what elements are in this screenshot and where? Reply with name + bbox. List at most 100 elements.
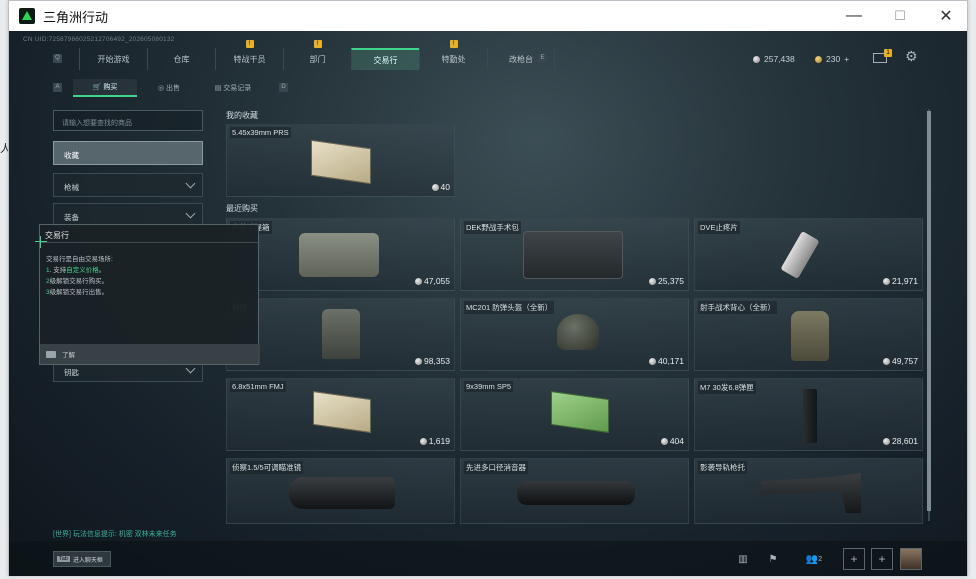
coin-icon: ◎: [157, 85, 167, 92]
pill-bottle-icon: [780, 230, 820, 280]
record-icon: ▤: [214, 85, 224, 92]
key-icon: [46, 350, 56, 358]
tab-special-service[interactable]: ! 特勤处: [419, 40, 487, 70]
search-input[interactable]: 请输入想要查找的商品: [53, 110, 203, 131]
chevron-down-icon: [185, 208, 196, 219]
item-card[interactable]: 户外手提箱 47,055: [226, 218, 455, 291]
chest-rig-icon: [322, 309, 360, 359]
tab-operators[interactable]: ! 特战干员: [215, 40, 283, 70]
title-bar: 三角洲行动 — ☐ ✕: [9, 1, 967, 31]
item-card[interactable]: 9x39mm SP5 404: [460, 378, 689, 451]
item-card[interactable]: M7 30发6.8弹匣 28,601: [694, 378, 923, 451]
notice-badge: !: [449, 40, 458, 48]
silver-coin-icon: [753, 55, 760, 63]
coin-icon: [431, 183, 439, 191]
nav-left-key[interactable]: Q: [53, 54, 62, 63]
silver-currency: 257,438: [753, 54, 795, 64]
item-card[interactable]: DEK野战手术包 25,375: [460, 218, 689, 291]
window-title: 三角洲行动: [43, 9, 109, 25]
app-logo-icon: [19, 8, 35, 24]
category-favorites[interactable]: 收藏: [53, 141, 203, 165]
mail-icon[interactable]: 1: [873, 49, 892, 63]
trading-tooltip: 交易行 交易行是自由交易场所: 1. 支持自定义价格。 2级解锁交易行购买。 3…: [39, 224, 260, 365]
add-teammate-button[interactable]: +: [871, 548, 893, 570]
coin-icon: [660, 437, 668, 445]
top-nav: 开始游戏 仓库 ! 特战干员 ! 部门 交易行 ! 特勤处 改枪台: [79, 40, 555, 70]
item-price: 404: [660, 436, 684, 446]
ammo-box-icon: [313, 390, 371, 434]
notice-badge: !: [245, 40, 254, 48]
avatar[interactable]: [900, 548, 922, 570]
tooltip-footer[interactable]: 了解: [40, 344, 260, 364]
tab-start-game[interactable]: 开始游戏: [79, 48, 147, 70]
tab-department[interactable]: ! 部门: [283, 40, 351, 70]
gold-currency: 230 +: [815, 54, 849, 64]
tooltip-line-3: 3级解锁交易行出售。: [46, 289, 109, 296]
uid-label: CN UID:72587966025212706492_202605080132: [23, 36, 175, 43]
subtab-records[interactable]: ▤ 交易记录: [201, 79, 265, 97]
suppressor-icon: [517, 481, 635, 505]
nav-right-key[interactable]: E: [538, 54, 547, 63]
coin-icon: [419, 437, 427, 445]
item-card[interactable]: 射手战术背心（全新） 49,757: [694, 298, 923, 371]
scroll-thumb[interactable]: [927, 111, 931, 511]
flag-icon[interactable]: ⚑: [761, 547, 785, 571]
add-teammate-button[interactable]: +: [843, 548, 865, 570]
category-guns[interactable]: 枪械: [53, 173, 203, 197]
add-currency-button[interactable]: +: [844, 54, 849, 64]
vest-icon: [791, 311, 829, 361]
subtab-buy[interactable]: 🛒 购买: [73, 79, 137, 97]
item-card[interactable]: 胸挂 98,353: [226, 298, 455, 371]
scope-icon: [289, 477, 395, 509]
item-price: 21,971: [883, 276, 918, 286]
subtab-left-key[interactable]: A: [53, 83, 62, 92]
medkit-icon: [523, 231, 623, 279]
item-price: 40,171: [649, 356, 684, 366]
tab-warehouse[interactable]: 仓库: [147, 48, 215, 70]
item-card[interactable]: 侦察1.5/5可调瞄准镜: [226, 458, 455, 524]
divider: [40, 242, 260, 243]
tooltip-line-1: 1. 支持自定义价格。: [46, 267, 106, 274]
close-button[interactable]: ✕: [923, 1, 969, 31]
favorite-item-card[interactable]: 5.45x39mm PRS 40: [226, 124, 455, 197]
item-price: 1,619: [419, 436, 450, 446]
item-price: 28,601: [883, 436, 918, 446]
recent-header: 最近购买: [226, 204, 258, 213]
subtab-sell[interactable]: ◎ 出售: [137, 79, 201, 97]
ammo-box-icon: [551, 390, 609, 434]
coin-icon: [649, 277, 656, 285]
item-card[interactable]: 6.8x51mm FMJ 1,619: [226, 378, 455, 451]
tooltip-line-2: 2级解锁交易行购买。: [46, 278, 109, 285]
stats-icon[interactable]: ▥: [731, 547, 755, 571]
tooltip-intro: 交易行是自由交易场所:: [46, 256, 113, 263]
squad-icon[interactable]: 👥 2: [799, 547, 829, 571]
item-card[interactable]: DVE止疼片 21,971: [694, 218, 923, 291]
helmet-icon: [557, 314, 599, 350]
minimize-button[interactable]: —: [831, 1, 877, 31]
open-chat-button[interactable]: Tab 进入聊天框: [53, 551, 111, 567]
item-card[interactable]: MC201 防弹头盔（全新） 40,171: [460, 298, 689, 371]
item-price: 98,353: [415, 356, 450, 366]
gold-coin-icon: [815, 55, 822, 63]
favorites-header: 我的收藏: [226, 111, 258, 120]
subtab-right-key[interactable]: D: [279, 83, 288, 92]
maximize-button[interactable]: ☐: [877, 1, 923, 31]
item-price: 25,375: [649, 276, 684, 286]
notice-badge: !: [313, 40, 322, 48]
settings-gear-icon[interactable]: ⚙: [905, 48, 918, 65]
ammo-box-icon: [311, 139, 371, 185]
item-card[interactable]: 影袭导轨枪托: [694, 458, 923, 524]
stock-icon: [761, 473, 861, 513]
coin-icon: [883, 357, 890, 365]
cart-icon: 🛒: [92, 84, 104, 91]
chat-message: [世界] 玩法信息提示: 机密 双林未来任务: [53, 531, 177, 538]
coin-icon: [883, 277, 890, 285]
coin-icon: [415, 277, 422, 285]
tab-trading[interactable]: 交易行: [351, 48, 419, 70]
magazine-icon: [803, 389, 817, 443]
item-price: 47,055: [415, 276, 450, 286]
item-card[interactable]: 先进多口径消音器: [460, 458, 689, 524]
item-price: 49,757: [883, 356, 918, 366]
sub-tabs: 🛒 购买 ◎ 出售 ▤ 交易记录: [73, 79, 265, 97]
item-price: 40: [431, 182, 450, 192]
